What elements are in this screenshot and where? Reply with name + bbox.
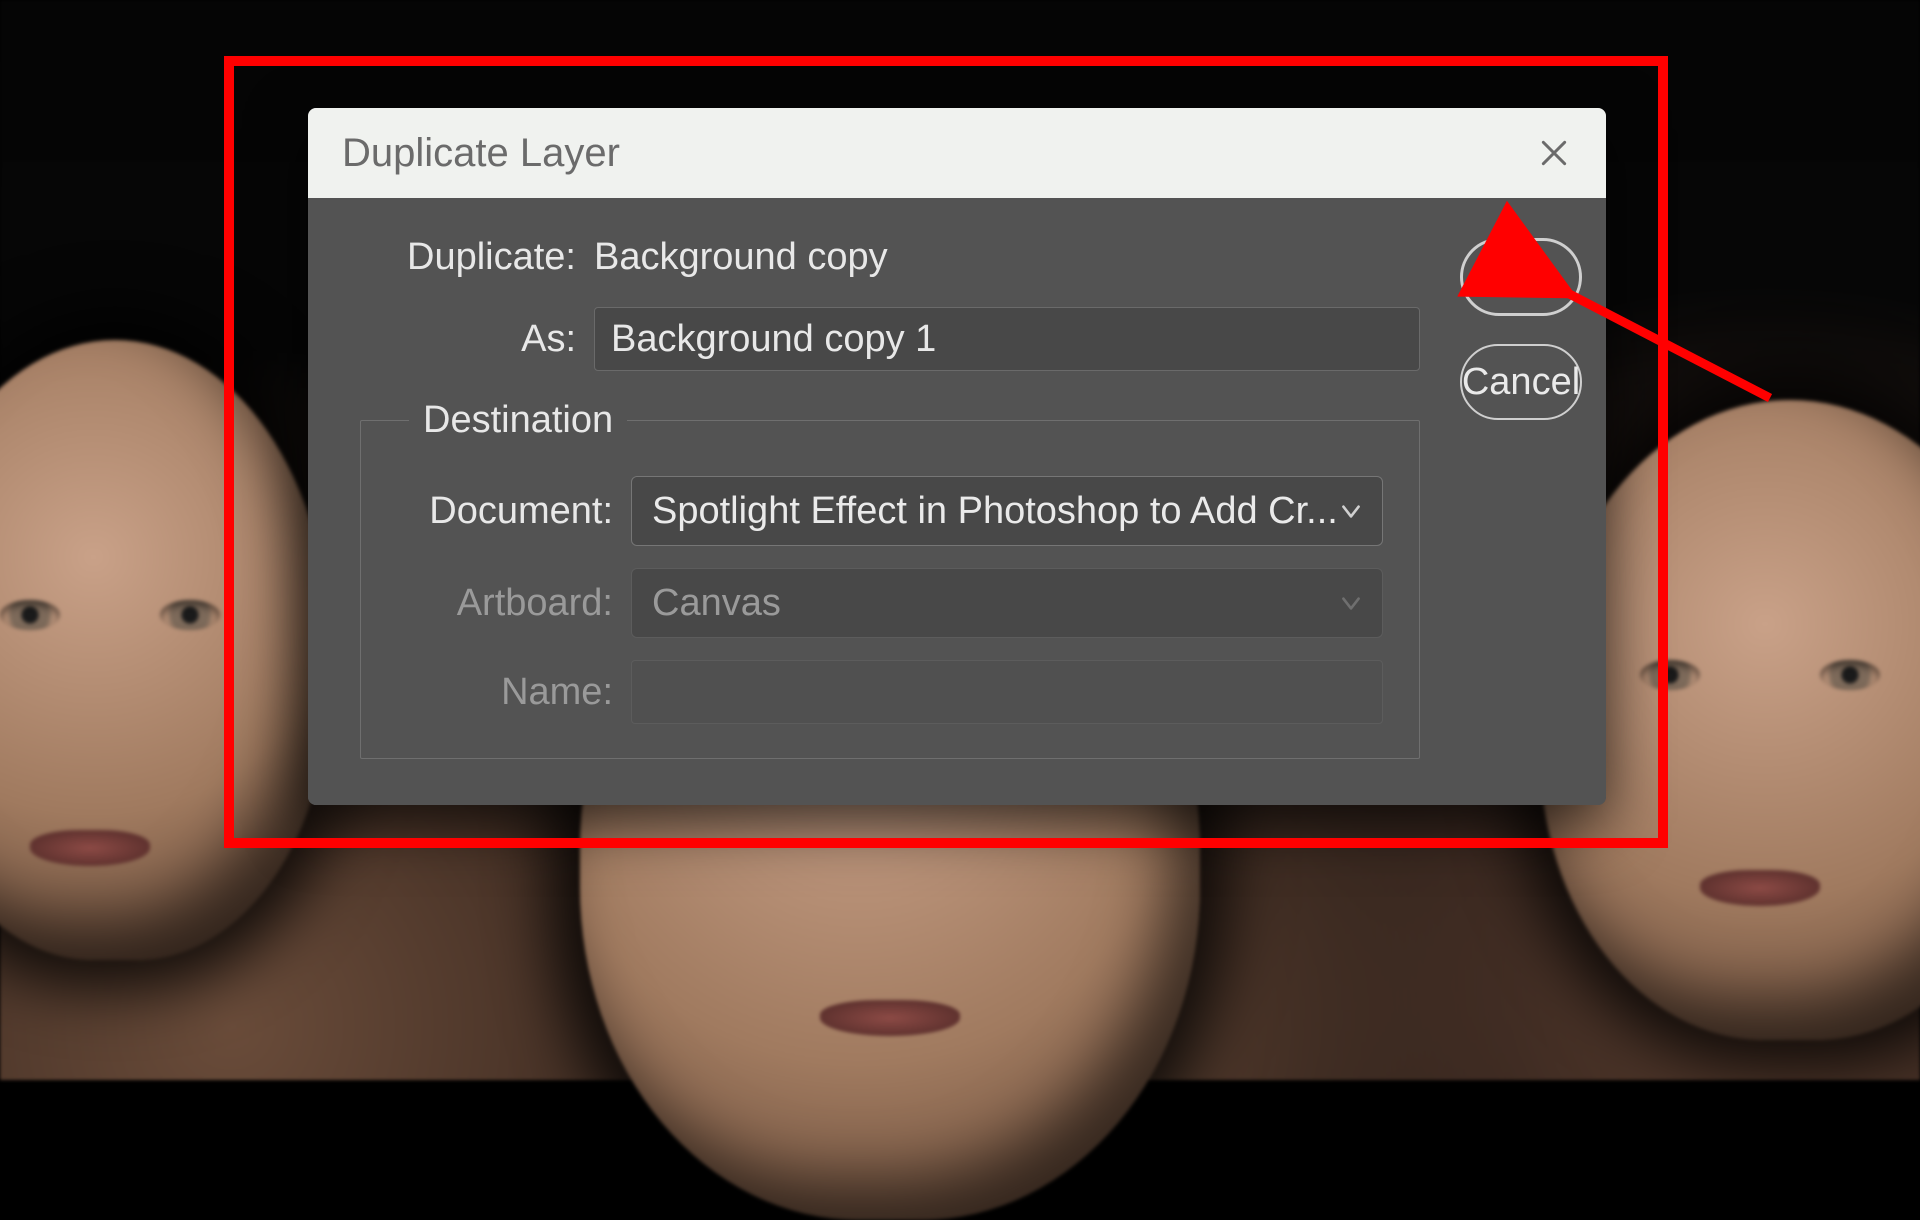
as-row: As: xyxy=(344,307,1420,371)
artboard-select-value: Canvas xyxy=(652,582,781,625)
document-label: Document: xyxy=(381,490,631,533)
chevron-down-icon xyxy=(1338,498,1364,524)
dialog-titlebar[interactable]: Duplicate Layer xyxy=(308,108,1606,198)
duplicate-label: Duplicate: xyxy=(344,236,594,279)
close-button[interactable] xyxy=(1530,129,1578,177)
as-label: As: xyxy=(344,318,594,361)
name-label: Name: xyxy=(381,671,631,714)
background-face-left xyxy=(0,340,330,960)
name-row: Name: xyxy=(381,660,1383,724)
cancel-button-label: Cancel xyxy=(1462,361,1580,404)
close-icon xyxy=(1538,137,1570,169)
dialog-title: Duplicate Layer xyxy=(342,131,620,176)
ok-button[interactable]: OK xyxy=(1460,238,1582,316)
artboard-label: Artboard: xyxy=(381,582,631,625)
as-name-input[interactable] xyxy=(594,307,1420,371)
artboard-row: Artboard: Canvas xyxy=(381,568,1383,638)
ok-button-label: OK xyxy=(1494,256,1549,299)
chevron-down-icon xyxy=(1338,590,1364,616)
destination-group: Destination Document: Spotlight Effect i… xyxy=(360,399,1420,759)
duplicate-source-name: Background copy xyxy=(594,236,888,279)
document-row: Document: Spotlight Effect in Photoshop … xyxy=(381,476,1383,546)
destination-name-input xyxy=(631,660,1383,724)
duplicate-layer-dialog: Duplicate Layer Duplicate: Background co… xyxy=(308,108,1606,805)
cancel-button[interactable]: Cancel xyxy=(1460,344,1582,420)
document-select-value: Spotlight Effect in Photoshop to Add Cr.… xyxy=(652,490,1338,533)
document-select[interactable]: Spotlight Effect in Photoshop to Add Cr.… xyxy=(631,476,1383,546)
destination-legend: Destination xyxy=(409,399,627,442)
artboard-select: Canvas xyxy=(631,568,1383,638)
duplicate-row: Duplicate: Background copy xyxy=(344,236,1420,279)
